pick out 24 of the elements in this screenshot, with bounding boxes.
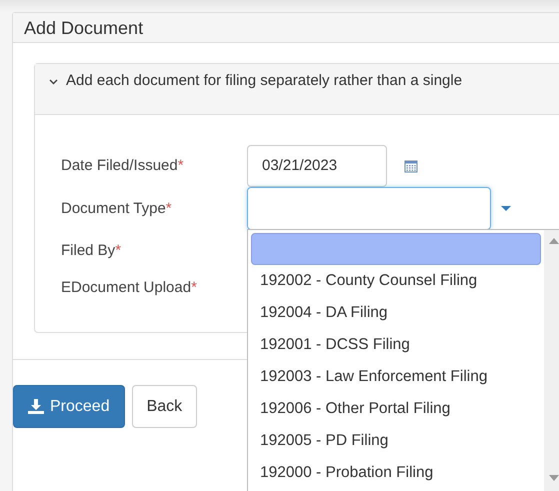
scroll-down-icon[interactable] <box>549 475 559 481</box>
dropdown-option[interactable]: 192003 - Law Enforcement Filing <box>251 361 541 393</box>
download-icon <box>28 399 44 414</box>
back-button[interactable]: Back <box>132 385 198 428</box>
proceed-button[interactable]: Proceed <box>13 385 125 428</box>
dropdown-option[interactable]: 192000 - Probation Filing <box>251 457 541 489</box>
panel-title: Add Document <box>13 13 559 43</box>
notice-header[interactable]: Add each document for filing separately rather than a single <box>35 64 559 115</box>
chevron-icon <box>49 79 58 85</box>
caret-icon[interactable] <box>501 206 511 212</box>
dropdown-option[interactable] <box>251 233 541 265</box>
dropdown-option[interactable]: 192005 - PD Filing <box>251 425 541 457</box>
field-label: Document Type* <box>61 200 173 217</box>
calendar-icon[interactable] <box>404 158 418 172</box>
notice-text: Add each document for filing separately rather than a single <box>66 72 462 89</box>
dropdown-option[interactable]: 192001 - DCSS Filing <box>251 329 541 361</box>
field-label: EDocument Upload* <box>61 279 198 296</box>
dropdown-option[interactable]: 192006 - Other Portal Filing <box>251 393 541 425</box>
field-label: Filed By* <box>61 242 122 258</box>
dropdown-option[interactable]: 192004 - DA Filing <box>251 297 541 329</box>
scroll-up-icon[interactable] <box>549 238 559 244</box>
dropdown-option[interactable]: 192002 - County Counsel Filing <box>251 265 541 297</box>
field-label: Date Filed/Issued* <box>61 157 185 174</box>
date-field[interactable]: 03/21/2023 <box>247 144 387 186</box>
